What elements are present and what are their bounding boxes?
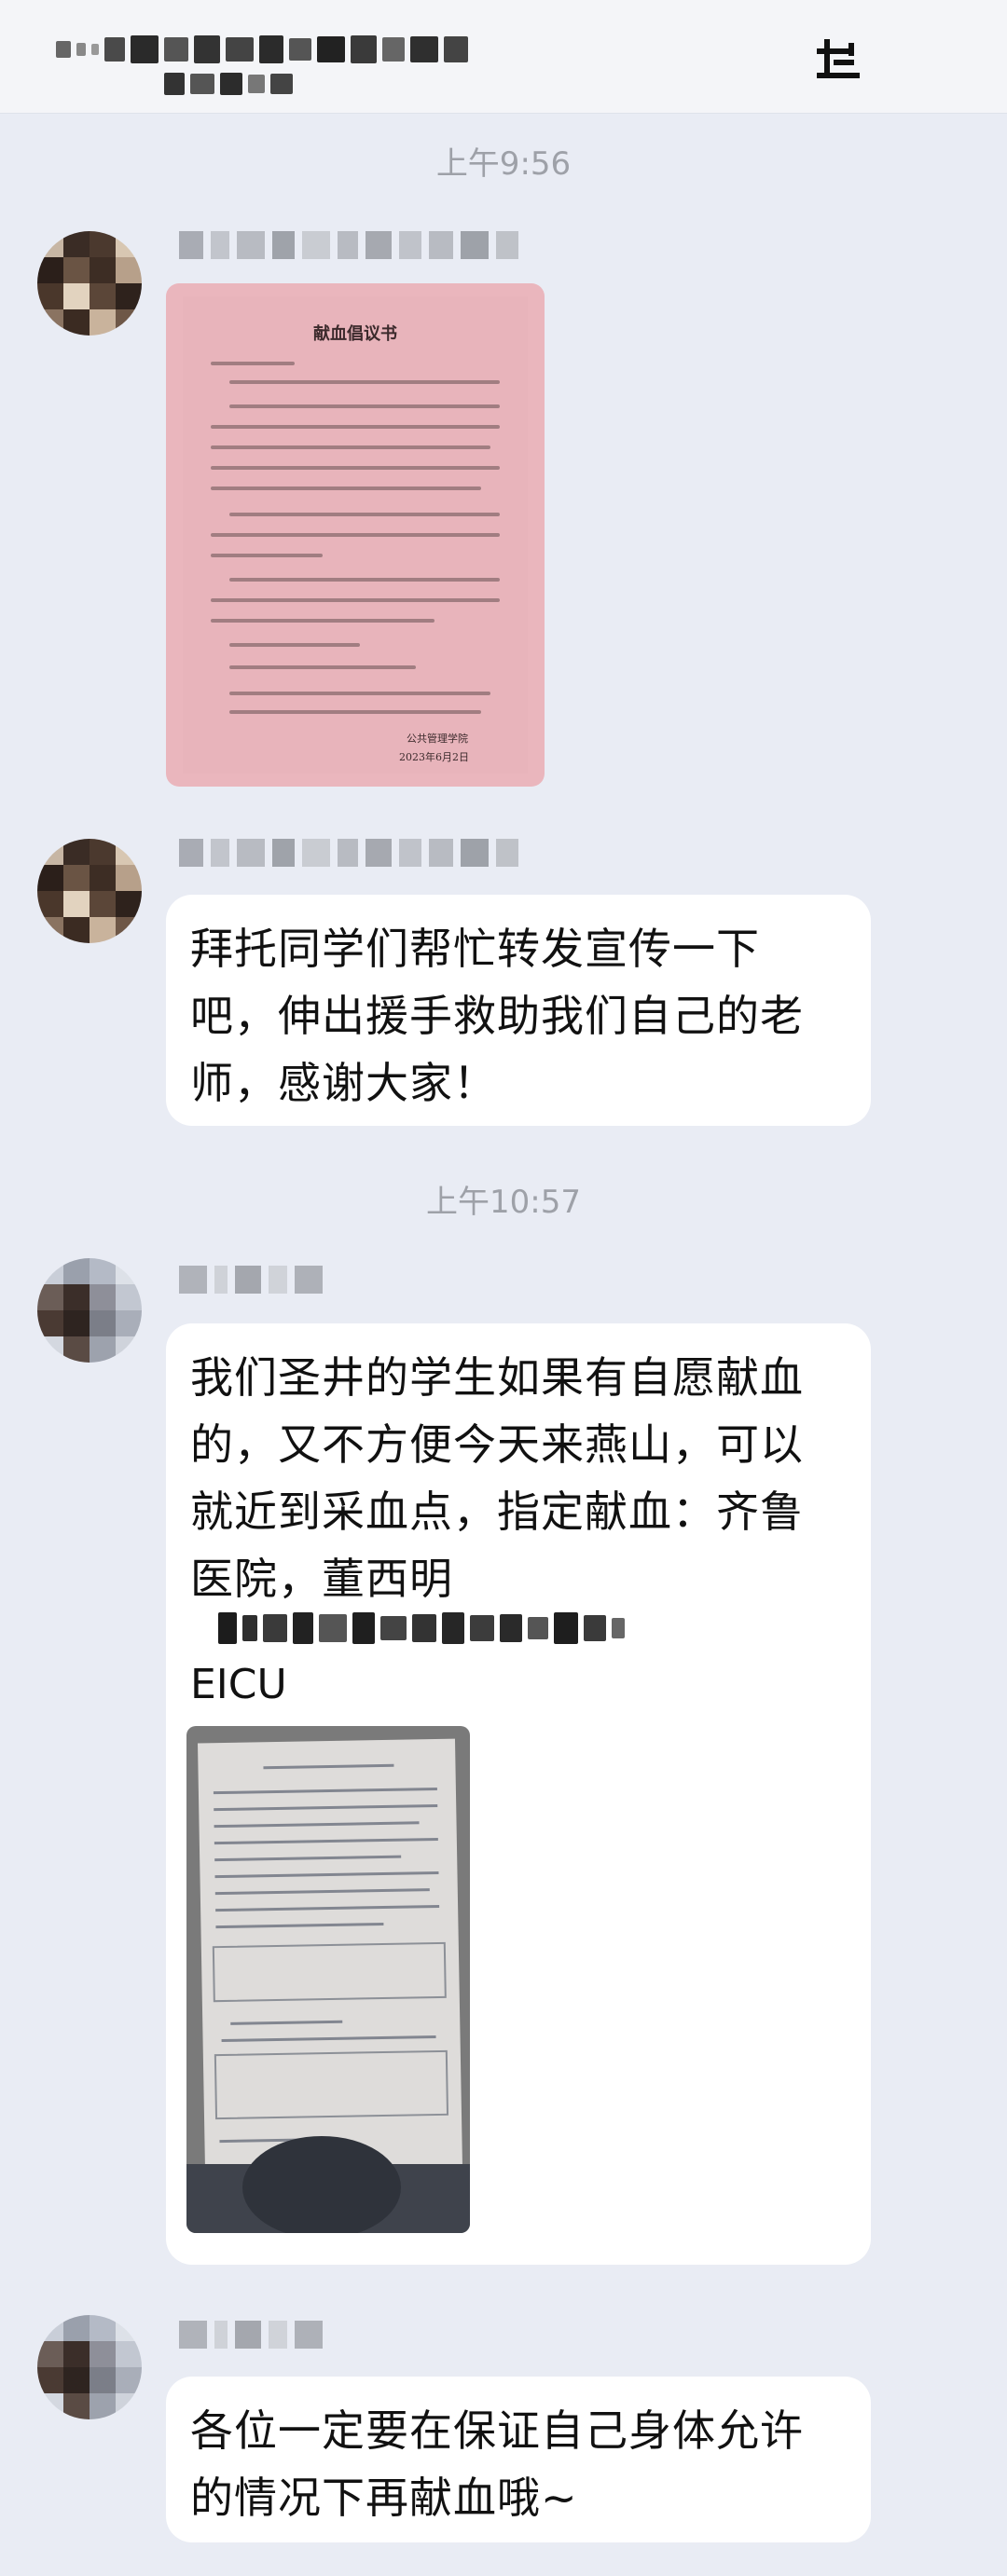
- redacted-text: [218, 1612, 625, 1644]
- redacted-chat-title: [56, 35, 468, 63]
- photo-shadow-shape: [242, 2136, 401, 2233]
- message-text: 拜托同学们帮忙转发宣传一下 吧，伸出援手救助我们自己的老 师，感谢大家！: [190, 924, 804, 1108]
- avatar[interactable]: [37, 1258, 142, 1363]
- redacted-sender-name: [179, 839, 518, 867]
- blood-donation-form-photo[interactable]: [186, 1726, 470, 2233]
- timestamp: 上午9:56: [435, 145, 572, 183]
- avatar[interactable]: [37, 2315, 142, 2419]
- message-text-eicu: EICU: [190, 1661, 287, 1708]
- letter-title: 献血倡议书: [313, 324, 397, 344]
- letter-org: 公共管理学院: [407, 733, 468, 745]
- message-bubble[interactable]: 各位一定要在保证自己身体允许 的情况下再献血哦~: [166, 2377, 871, 2542]
- message-bubble[interactable]: 拜托同学们帮忙转发宣传一下 吧，伸出援手救助我们自己的老 师，感谢大家！: [166, 895, 871, 1126]
- message-text: 各位一定要在保证自己身体允许 的情况下再献血哦~: [190, 2405, 804, 2523]
- proposal-letter-image[interactable]: 献血倡议书 公共管理学院 2023年6月2日: [166, 283, 545, 787]
- chat-header: [0, 0, 1007, 114]
- add-member-icon[interactable]: [813, 32, 865, 84]
- letter-paper: 献血倡议书 公共管理学院 2023年6月2日: [183, 296, 528, 774]
- letter-date: 2023年6月2日: [399, 751, 469, 763]
- redacted-sender-name: [179, 2321, 323, 2349]
- message-text: 我们圣井的学生如果有自愿献血 的，又不方便今天来燕山，可以 就近到采血点，指定献…: [190, 1352, 804, 1604]
- form-sheet: [198, 1738, 462, 2172]
- redacted-sender-name: [179, 231, 518, 259]
- avatar[interactable]: [37, 839, 142, 943]
- avatar[interactable]: [37, 231, 142, 336]
- redacted-chat-subtitle: [164, 73, 293, 95]
- redacted-sender-name: [179, 1266, 323, 1294]
- timestamp: 上午10:57: [426, 1184, 581, 1221]
